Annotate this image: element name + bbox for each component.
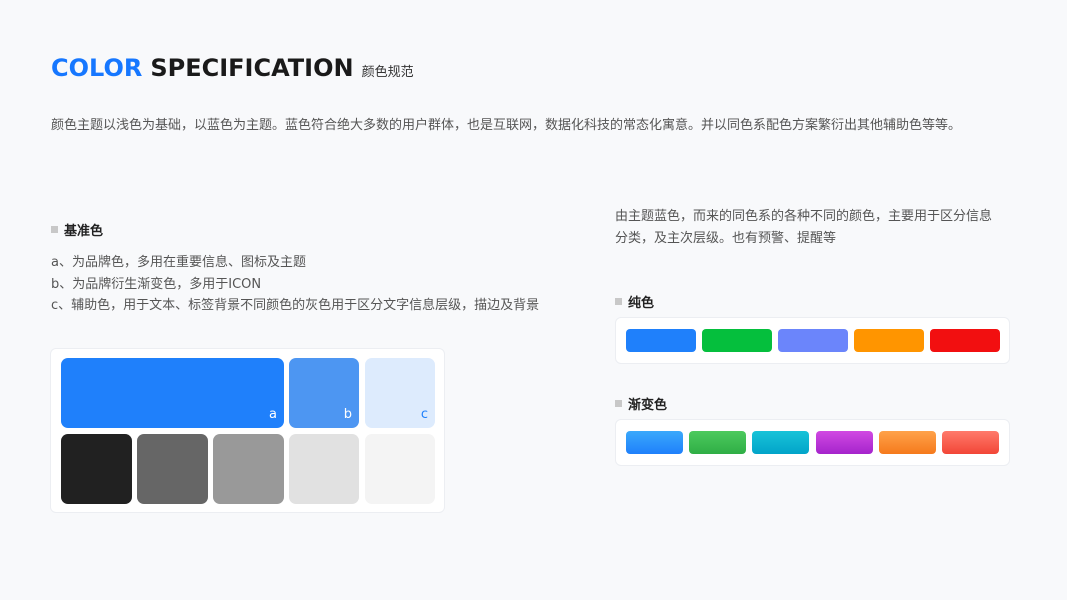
- title-accent: COLOR: [51, 54, 143, 82]
- base-color-heading-label: 基准色: [64, 224, 104, 239]
- base-desc-line-b: b、为品牌衍生渐变色，多用于ICON: [51, 276, 262, 292]
- base-color-heading: 基准色: [51, 220, 103, 239]
- bullet-square-icon: [615, 400, 622, 407]
- base-color-card: a b c: [50, 348, 445, 513]
- derived-desc-line-1: 由主题蓝色，而来的同色系的各种不同的颜色，主要用于区分信息: [615, 209, 993, 224]
- solid-swatch-4: [854, 329, 924, 352]
- gradient-swatch-6: [942, 431, 999, 454]
- page-title: COLOR SPECIFICATION 颜色规范: [51, 54, 414, 88]
- title-main: SPECIFICATION: [150, 54, 354, 82]
- solid-color-card: [615, 317, 1010, 364]
- swatch-a-label: a: [269, 407, 277, 422]
- gradient-swatch-1: [626, 431, 683, 454]
- gradient-swatch-5: [879, 431, 936, 454]
- gradient-swatch-2: [689, 431, 746, 454]
- title-subtitle: 颜色规范: [361, 65, 414, 80]
- gray-swatch-4: [289, 434, 359, 504]
- gradient-swatch-3: [752, 431, 809, 454]
- swatch-a: a: [61, 358, 284, 428]
- swatch-b-label: b: [343, 407, 352, 422]
- solid-swatch-1: [626, 329, 696, 352]
- derived-desc-line-2: 分类，及主次层级。也有预警、提醒等: [615, 231, 837, 246]
- solid-color-heading-label: 纯色: [628, 296, 655, 311]
- gray-swatch-2: [137, 434, 208, 504]
- solid-swatch-3: [778, 329, 848, 352]
- gray-swatch-1: [61, 434, 132, 504]
- gradient-color-heading-label: 渐变色: [628, 398, 668, 413]
- base-color-description: a、为品牌色，多用在重要信息、图标及主题 b、为品牌衍生渐变色，多用于ICON …: [51, 252, 539, 317]
- swatch-b: b: [289, 358, 359, 428]
- gray-swatch-3: [213, 434, 284, 504]
- solid-color-heading: 纯色: [615, 292, 654, 311]
- solid-swatch-2: [702, 329, 772, 352]
- intro-text: 颜色主题以浅色为基础，以蓝色为主题。蓝色符合绝大多数的用户群体，也是互联网，数据…: [51, 118, 962, 133]
- bullet-square-icon: [615, 298, 622, 305]
- base-desc-line-c: c、辅助色，用于文本、标签背景不同颜色的灰色用于区分文字信息层级，描边及背景: [51, 298, 540, 313]
- bullet-square-icon: [51, 226, 58, 233]
- base-desc-line-a: a、为品牌色，多用在重要信息、图标及主题: [51, 255, 306, 270]
- gradient-color-heading: 渐变色: [615, 394, 667, 413]
- gradient-swatch-4: [816, 431, 873, 454]
- swatch-c: c: [365, 358, 435, 428]
- swatch-c-label: c: [420, 407, 428, 422]
- gradient-color-card: [615, 419, 1010, 466]
- gray-swatch-5: [365, 434, 435, 504]
- derived-color-description: 由主题蓝色，而来的同色系的各种不同的颜色，主要用于区分信息 分类，及主次层级。也…: [615, 206, 992, 250]
- solid-swatch-5: [930, 329, 1000, 352]
